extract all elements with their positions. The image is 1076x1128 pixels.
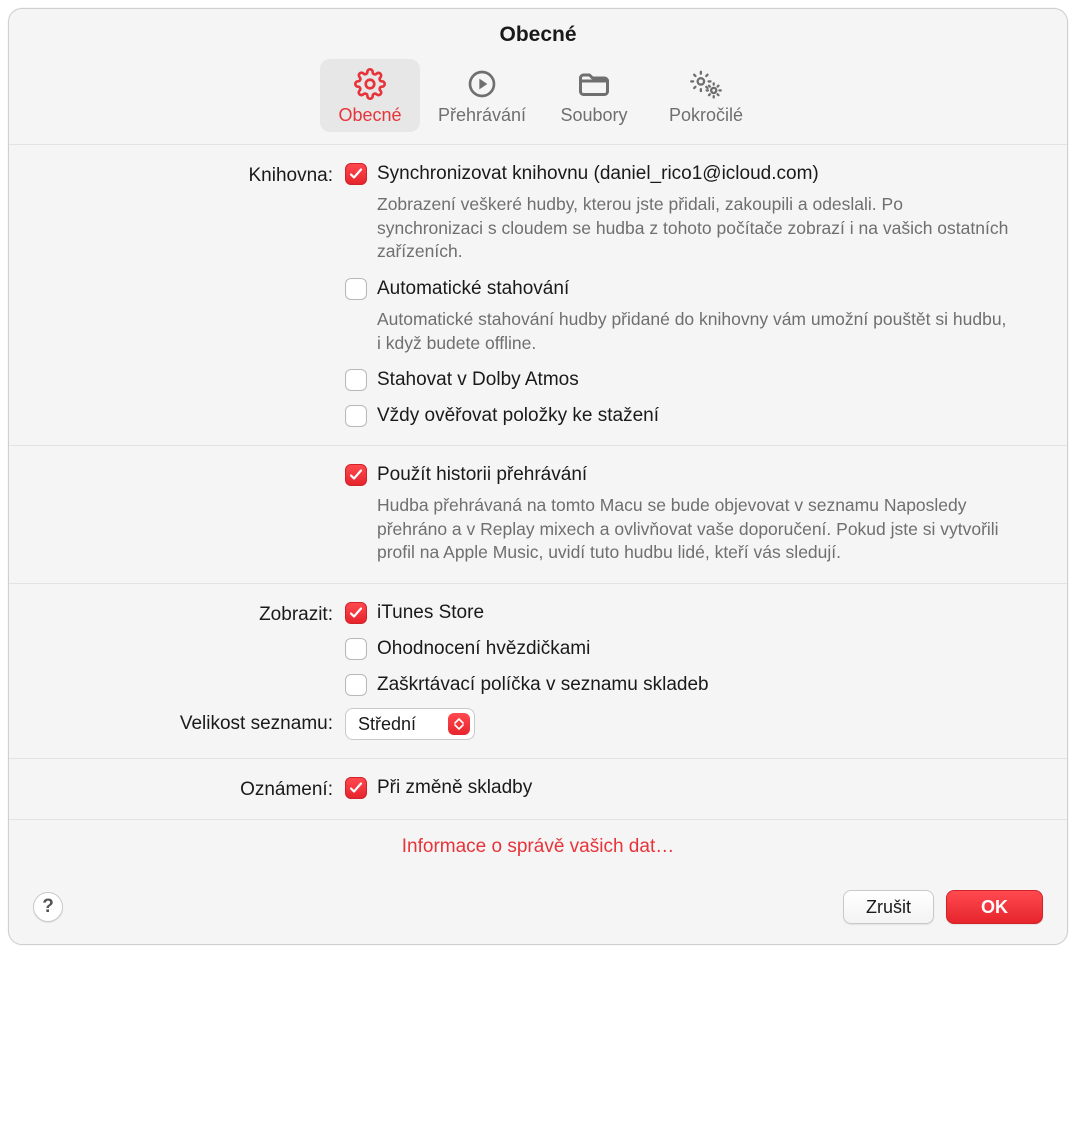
- section-listsize: Velikost seznamu: Střední: [9, 702, 1067, 758]
- itunes-store-label: iTunes Store: [377, 602, 484, 624]
- auto-download-desc: Automatické stahování hudby přidané do k…: [345, 308, 1013, 355]
- help-button[interactable]: ?: [33, 892, 63, 922]
- checkbox-use-history[interactable]: [345, 464, 367, 486]
- tab-files[interactable]: Soubory: [544, 59, 644, 132]
- titlebar: Obecné: [9, 9, 1067, 53]
- use-history-label: Použít historii přehrávání: [377, 464, 587, 486]
- checkbox-sync-library[interactable]: [345, 163, 367, 185]
- select-caret-icon: [448, 713, 470, 735]
- data-management-row: Informace o správě vašich dat…: [9, 819, 1067, 876]
- play-circle-icon: [466, 67, 498, 101]
- checkbox-dolby-atmos[interactable]: [345, 369, 367, 391]
- on-song-change-label: Při změně skladby: [377, 777, 532, 799]
- song-checkboxes-label: Zaškrtávací políčka v seznamu skladeb: [377, 674, 709, 696]
- library-heading: Knihovna:: [33, 163, 333, 427]
- use-history-desc: Hudba přehrávaná na tomto Macu se bude o…: [345, 494, 1013, 565]
- checkbox-on-song-change[interactable]: [345, 777, 367, 799]
- sync-library-label: Synchronizovat knihovnu (daniel_rico1@ic…: [377, 163, 819, 185]
- tab-label: Obecné: [338, 105, 401, 126]
- listsize-heading: Velikost seznamu:: [33, 708, 333, 740]
- show-heading: Zobrazit:: [33, 602, 333, 696]
- tab-label: Soubory: [560, 105, 627, 126]
- tab-advanced[interactable]: Pokročilé: [656, 59, 756, 132]
- dolby-atmos-label: Stahovat v Dolby Atmos: [377, 369, 579, 391]
- footer: ? Zrušit OK: [9, 876, 1067, 944]
- tab-general[interactable]: Obecné: [320, 59, 420, 132]
- checkbox-star-ratings[interactable]: [345, 638, 367, 660]
- checkbox-auto-download[interactable]: [345, 278, 367, 300]
- checkbox-itunes-store[interactable]: [345, 602, 367, 624]
- notifications-heading: Oznámení:: [33, 777, 333, 801]
- star-ratings-label: Ohodnocení hvězdičkami: [377, 638, 590, 660]
- section-show: Zobrazit: iTunes Store Ohod: [9, 583, 1067, 702]
- cancel-button[interactable]: Zrušit: [843, 890, 934, 924]
- gear-icon: [354, 67, 386, 101]
- preferences-window: Obecné Obecné Přehrávání Soubory: [8, 8, 1068, 945]
- toolbar: Obecné Přehrávání Soubory Pokr: [9, 53, 1067, 145]
- auto-download-label: Automatické stahování: [377, 278, 569, 300]
- tab-label: Pokročilé: [669, 105, 743, 126]
- tab-label: Přehrávání: [438, 105, 526, 126]
- content: Knihovna: Synchronizovat knihovnu (danie…: [9, 145, 1067, 876]
- section-notifications: Oznámení: Při změně skladby: [9, 758, 1067, 819]
- checkbox-verify-downloads[interactable]: [345, 405, 367, 427]
- gears-icon: [688, 67, 724, 101]
- section-history: Použít historii přehrávání Hudba přehráv…: [9, 445, 1067, 583]
- section-library: Knihovna: Synchronizovat knihovnu (danie…: [9, 145, 1067, 445]
- folder-icon: [576, 67, 612, 101]
- window-title: Obecné: [499, 23, 576, 46]
- checkbox-song-checkboxes[interactable]: [345, 674, 367, 696]
- data-management-link[interactable]: Informace o správě vašich dat…: [402, 836, 674, 857]
- ok-button[interactable]: OK: [946, 890, 1043, 924]
- sync-library-desc: Zobrazení veškeré hudby, kterou jste při…: [345, 193, 1013, 264]
- tab-playback[interactable]: Přehrávání: [432, 59, 532, 132]
- listsize-select[interactable]: Střední: [345, 708, 475, 740]
- verify-downloads-label: Vždy ověřovat položky ke stažení: [377, 405, 659, 427]
- listsize-value: Střední: [358, 714, 416, 735]
